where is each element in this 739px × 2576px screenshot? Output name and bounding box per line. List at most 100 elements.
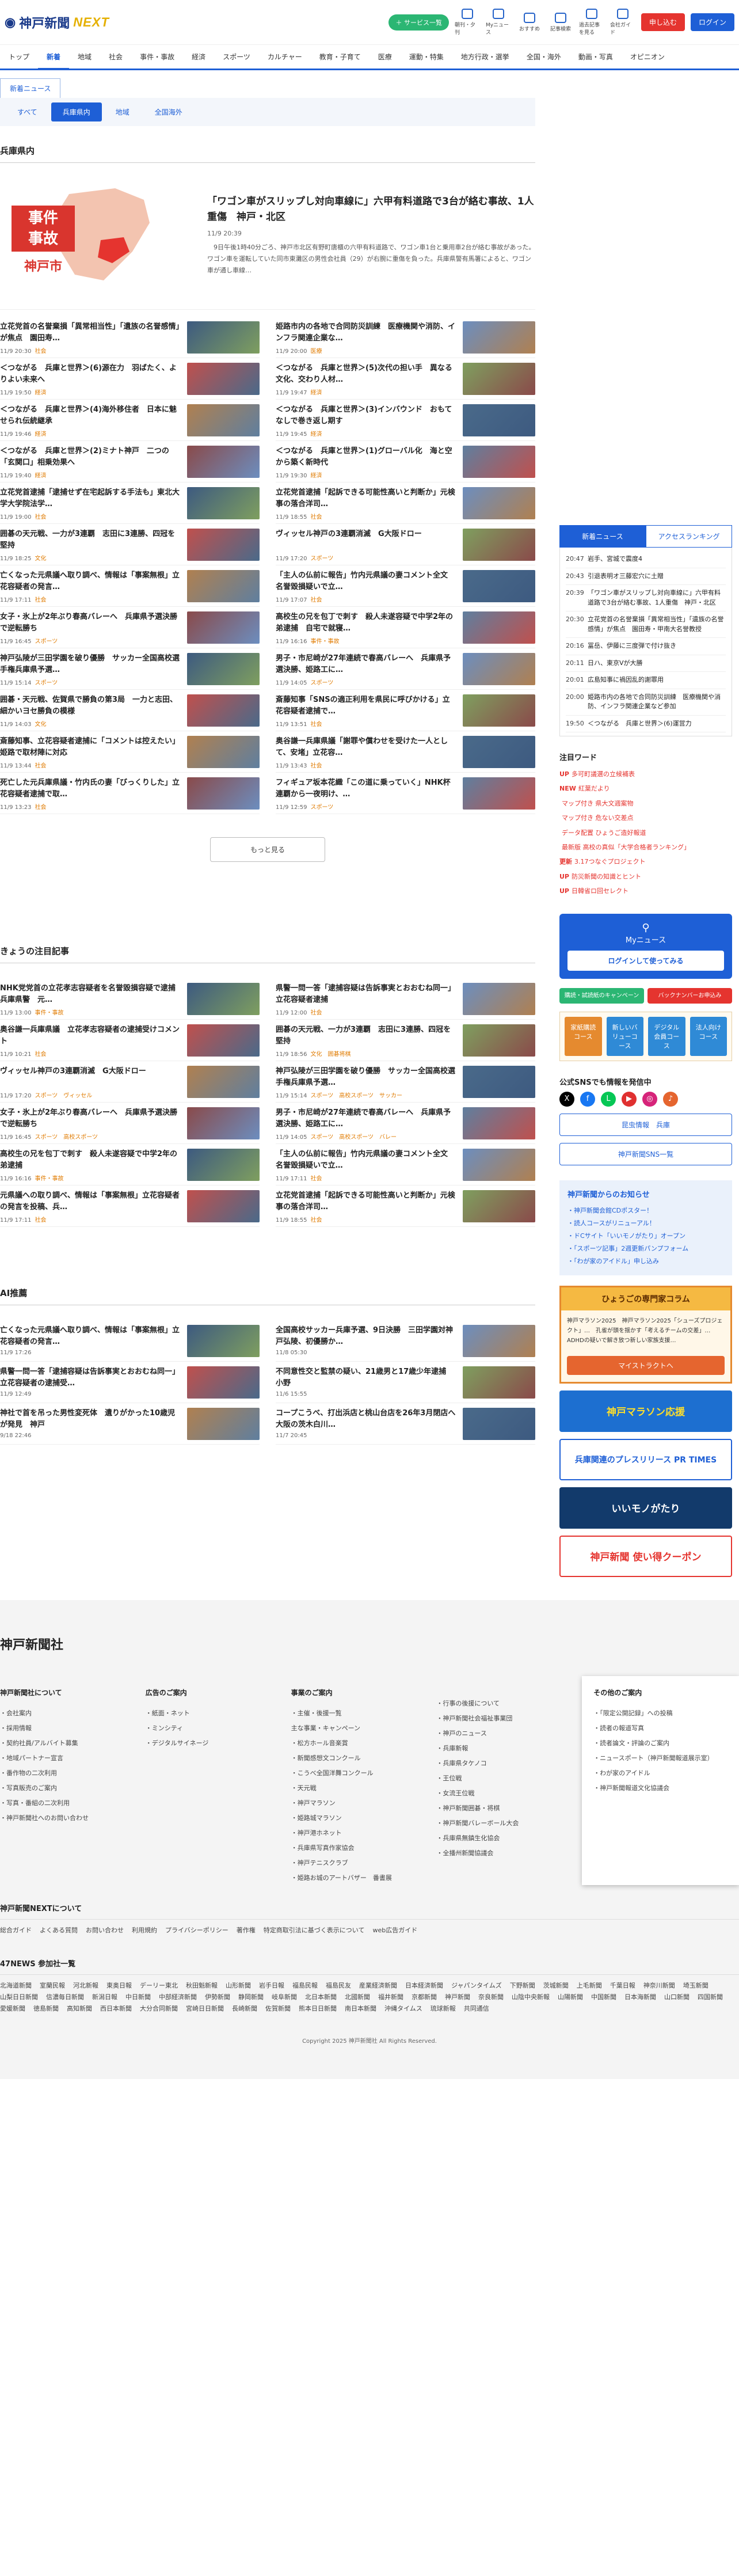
- paper-link[interactable]: 茨城新聞: [543, 1981, 569, 1990]
- article-title[interactable]: ヴィッセル神戸の3連覇消滅 G大阪ドロー: [276, 529, 457, 552]
- article-title[interactable]: ＜つながる 兵庫と世界＞(5)次代の担い手 異なる文化、交わり人材…: [276, 363, 457, 386]
- article-title[interactable]: 「主人の仏前に報告」竹内元県議の妻コメント全文 名誉毀損疑いで立…: [276, 570, 457, 593]
- article-card[interactable]: 死亡した元兵庫県議・竹内氏の妻「びっくりした」立花容疑者逮捕で取… 11/9 13…: [0, 773, 260, 814]
- article-card[interactable]: 亡くなった元県議へ取り調べ、情報は「事案無根」立花容疑者の発言… 11/9 17:…: [0, 1320, 260, 1362]
- article-title[interactable]: 全国高校サッカー兵庫予選、9日決勝 三田学園対神戸弘陵、初優勝か…: [276, 1325, 457, 1348]
- article-thumbnail[interactable]: [187, 404, 260, 436]
- article-title[interactable]: ＜つながる 兵庫と世界＞(4)海外移住者 日本に魅せられ伝統継承: [0, 404, 181, 427]
- paper-link[interactable]: 山梨日日新聞: [0, 1992, 38, 2001]
- article-card[interactable]: 高校生の兄を包丁で刺す 殺人未遂容疑で中学2年の弟逮捕 自宅で就寝… 11/9 1…: [276, 607, 535, 648]
- article-thumbnail[interactable]: [463, 1149, 535, 1181]
- paper-link[interactable]: 共同通信: [464, 2004, 489, 2013]
- article-thumbnail[interactable]: [187, 736, 260, 768]
- article-card[interactable]: 高校生の兄を包丁で刺す 殺人未遂容疑で中学2年の弟逮捕 11/9 16:16 事件・…: [0, 1144, 260, 1186]
- plan-button[interactable]: 法人向けコース: [690, 1016, 727, 1056]
- keyword-item[interactable]: データ配置 ひょうご造好報道: [559, 826, 732, 840]
- footer-link[interactable]: ・神戸新聞報道文化協議会: [593, 1780, 727, 1795]
- article-title[interactable]: 女子・氷上が2年ぶり春高バレーへ 兵庫県予選決勝で逆転勝ち: [0, 1107, 181, 1130]
- article-card[interactable]: 囲碁の天元戦、一力が3連覇 志田に3連勝、四冠を堅持 11/9 18:56 文化 囲…: [276, 1020, 535, 1061]
- insect-info-button[interactable]: 昆虫情報 兵庫: [559, 1113, 732, 1136]
- article-thumbnail[interactable]: [187, 1024, 260, 1057]
- notice-link[interactable]: ・「わが家のアイドル」申し込み: [567, 1255, 724, 1267]
- article-card[interactable]: 囲碁・天元戦、佐賀県で勝負の第3局 一力と志田、細かいヨセ勝負の模様 11/9 1…: [0, 690, 260, 731]
- article-thumbnail[interactable]: [187, 1366, 260, 1399]
- article-title[interactable]: ＜つながる 兵庫と世界＞(6)源在力 羽ばたく、よりよい未来へ: [0, 363, 181, 386]
- article-card[interactable]: ＜つながる 兵庫と世界＞(4)海外移住者 日本に魅せられ伝統継承 11/9 19:…: [0, 400, 260, 441]
- article-title[interactable]: 立花党首逮捕「起訴できる可能性高いと判断か」元検事の落合洋司…: [276, 1190, 457, 1213]
- keyword-item[interactable]: 更新 3.17つなぐプロジェクト: [559, 854, 732, 869]
- paper-link[interactable]: 西日本新聞: [100, 2004, 132, 2013]
- article-title[interactable]: 立花党首逮捕「起訴できる可能性高いと判断か」元検事の落合洋司…: [276, 487, 457, 510]
- article-title[interactable]: 立花党首の名誉棄損「異常相当性」「遺族の名誉感情」が焦点 園田寿…: [0, 321, 181, 344]
- nav-item[interactable]: 社会: [100, 52, 131, 62]
- article-card[interactable]: 全国高校サッカー兵庫予選、9日決勝 三田学園対神戸弘陵、初優勝か… 11/8 05…: [276, 1320, 535, 1362]
- paper-link[interactable]: 中国新聞: [591, 1992, 616, 2001]
- plan-button[interactable]: 新しいバリューコース: [606, 1016, 643, 1056]
- footer-link[interactable]: ・王位戦: [436, 1770, 570, 1785]
- ranking-item[interactable]: 20:11 日ハ、東京Vが大勝: [566, 655, 726, 672]
- article-thumbnail[interactable]: [187, 1408, 260, 1440]
- article-title[interactable]: 囲碁の天元戦、一力が3連覇 志田に3連勝、四冠を堅持: [276, 1024, 457, 1047]
- article-thumbnail[interactable]: [187, 1066, 260, 1098]
- paper-link[interactable]: デーリー東北: [140, 1981, 178, 1990]
- article-thumbnail[interactable]: [187, 570, 260, 602]
- paper-link[interactable]: 徳島新聞: [33, 2004, 59, 2013]
- nav-item[interactable]: 教育・子育て: [311, 52, 370, 62]
- footer-next-link[interactable]: よくある質問: [40, 1925, 78, 1935]
- backnumber-button[interactable]: バックナンバーお申込み: [647, 987, 732, 1004]
- article-title[interactable]: 神戸弘陵が三田学園を破り優勝 サッカー全国高校選手権兵庫県予選…: [0, 653, 181, 676]
- article-card[interactable]: 斎藤知事「SNSの適正利用を県民に呼びかける」立花容疑者逮捕で… 11/9 13:…: [276, 690, 535, 731]
- article-thumbnail[interactable]: [187, 529, 260, 561]
- article-thumbnail[interactable]: [187, 1325, 260, 1357]
- article-card[interactable]: 斎藤知事、立花容疑者逮捕に「コメントは控えたい」姫路で取材陣に対応 11/9 13…: [0, 731, 260, 773]
- article-title[interactable]: ヴィッセル神戸の3連覇消滅 G大阪ドロー: [0, 1066, 181, 1089]
- paper-link[interactable]: 河北新報: [73, 1981, 98, 1990]
- article-thumbnail[interactable]: [463, 1066, 535, 1098]
- paper-link[interactable]: 福島民報: [292, 1981, 318, 1990]
- footer-link[interactable]: ・紙面・ネット: [146, 1705, 280, 1720]
- footer-next-link[interactable]: プライバシーポリシー: [165, 1925, 228, 1935]
- article-thumbnail[interactable]: [187, 487, 260, 519]
- paper-link[interactable]: 岩手日報: [259, 1981, 284, 1990]
- footer-link[interactable]: ・兵庫県写真作家協会: [291, 1840, 425, 1855]
- footer-link[interactable]: ・兵庫県無鎮生化協会: [436, 1830, 570, 1845]
- keyword-item[interactable]: マップ付き 県大文週案物: [559, 796, 732, 811]
- article-title[interactable]: 「主人の仏前に報告」竹内元県議の妻コメント全文 名誉毀損疑いで立…: [276, 1149, 457, 1172]
- article-title[interactable]: 県警一問一答「逮捕容疑は告訴事実とおおむね同一」立花容疑者の逮捕受…: [0, 1366, 181, 1389]
- nav-item[interactable]: スポーツ: [214, 52, 259, 62]
- footer-link[interactable]: ・ニュースポート（神戸新聞報道展示室）: [593, 1750, 727, 1765]
- article-thumbnail[interactable]: [463, 777, 535, 810]
- tiktok-icon[interactable]: ♪: [663, 1091, 678, 1107]
- footer-link[interactable]: ・地域パートナー宣言: [0, 1750, 134, 1765]
- article-card[interactable]: 「主人の仏前に報告」竹内元県議の妻コメント全文 名誉毀損疑いで立… 11/9 17…: [276, 565, 535, 607]
- article-card[interactable]: ＜つながる 兵庫と世界＞(3)インバウンド おもてなしで巻き返し期す 11/9 1…: [276, 400, 535, 441]
- paper-link[interactable]: 新潟日報: [92, 1992, 117, 2001]
- article-thumbnail[interactable]: [187, 321, 260, 354]
- article-card[interactable]: 奥谷謙一兵庫県議「謝罪や償わせを受けた一人として、安堵」立花容… 11/9 13:…: [276, 731, 535, 773]
- article-card[interactable]: 立花党首逮捕「起訴できる可能性高いと判断か」元検事の落合洋司… 11/9 18:5…: [276, 1186, 535, 1227]
- company-guide-link[interactable]: 会社ガイド: [610, 9, 635, 36]
- paper-link[interactable]: 福井新聞: [378, 1992, 403, 2001]
- footer-link[interactable]: ・番作物の二次利用: [0, 1765, 134, 1780]
- ranking-item[interactable]: 20:43 引退表明オ三藤宏穴に土贈: [566, 568, 726, 585]
- article-title[interactable]: 奥谷謙一兵庫県議「謝罪や償わせを受けた一人として、安堵」立花容…: [276, 736, 457, 759]
- paper-link[interactable]: 日本経済新聞: [405, 1981, 443, 1990]
- article-title[interactable]: 県警一問一答「逮捕容疑は告訴事実とおおむね同一」立花容疑者逮捕: [276, 983, 457, 1006]
- login-button[interactable]: ログイン: [690, 13, 734, 31]
- article-thumbnail[interactable]: [463, 694, 535, 727]
- sns-list-button[interactable]: 神戸新聞SNS一覧: [559, 1142, 732, 1165]
- footer-link[interactable]: ・読者論文・評論のご案内: [593, 1735, 727, 1750]
- paper-link[interactable]: 産業経済新聞: [359, 1981, 397, 1990]
- keyword-item[interactable]: UP 防災新聞の知識とヒント: [559, 869, 732, 884]
- article-title[interactable]: 囲碁・天元戦、佐賀県で勝負の第3局 一力と志田、細かいヨセ勝負の模様: [0, 694, 181, 717]
- article-title[interactable]: 男子・市尼崎が27年連続で春高バレーへ 兵庫県予選決勝、姫路工に…: [276, 1107, 457, 1130]
- article-thumbnail[interactable]: [463, 1408, 535, 1440]
- paper-link[interactable]: 静岡新聞: [238, 1992, 264, 2001]
- article-card[interactable]: ヴィッセル神戸の3連覇消滅 G大阪ドロー 11/9 17:20 スポーツ: [276, 524, 535, 565]
- footer-link[interactable]: ・姫路城マラソン: [291, 1810, 425, 1825]
- article-card[interactable]: 立花党首逮捕「逮捕せず在宅起訴する手法も」東北大学大学院法学… 11/9 19:0…: [0, 482, 260, 524]
- article-card[interactable]: ＜つながる 兵庫と世界＞(1)グローバル化 海と空から築く新時代 11/9 19:…: [276, 441, 535, 482]
- article-card[interactable]: 囲碁の天元戦、一力が3連覇 志田に3連勝、四冠を堅持 11/9 18:25 文化: [0, 524, 260, 565]
- article-title[interactable]: 男子・市尼崎が27年連続で春高バレーへ 兵庫県予選決勝、姫路工に…: [276, 653, 457, 676]
- article-thumbnail[interactable]: [187, 1190, 260, 1222]
